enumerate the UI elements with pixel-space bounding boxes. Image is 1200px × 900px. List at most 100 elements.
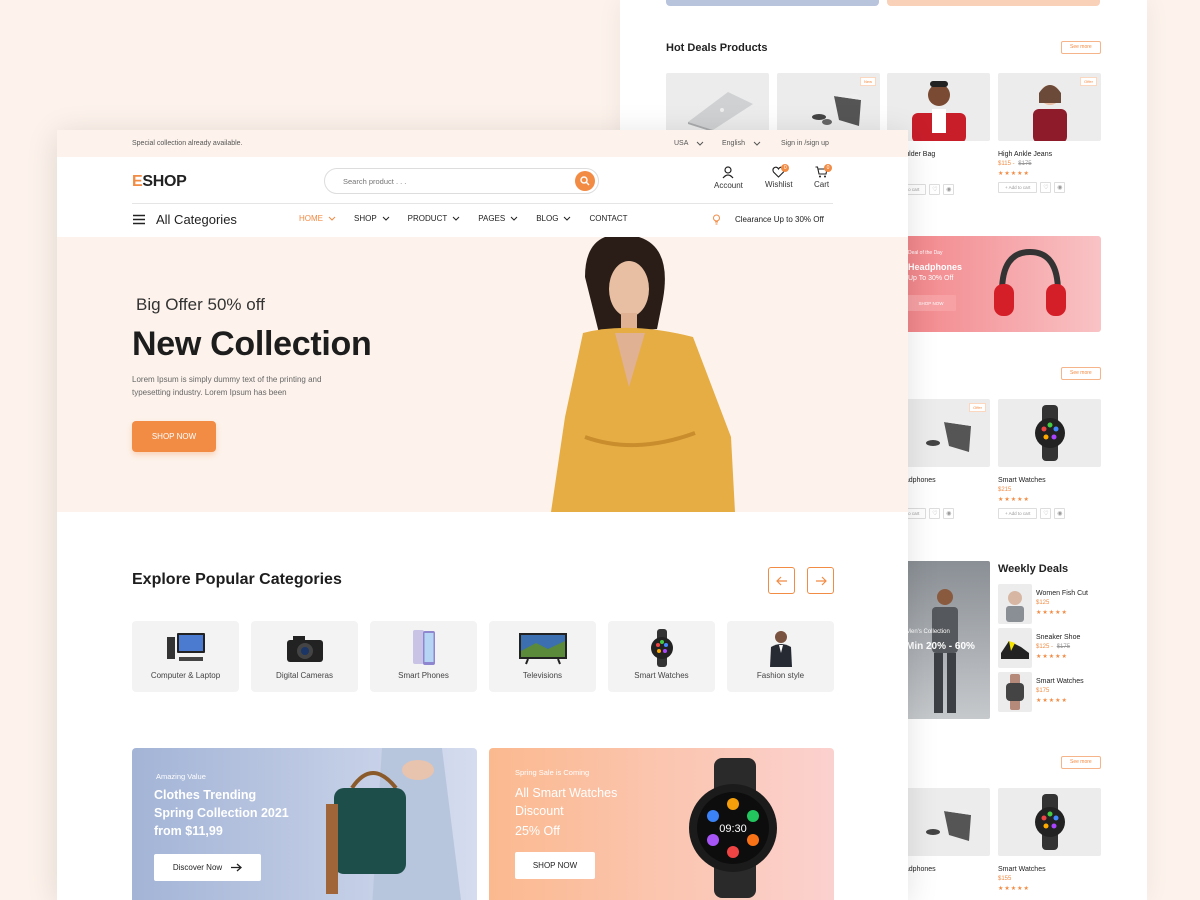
product-card[interactable]: Offer High Ankle Jeans $115 - $175 ★★★★★… <box>998 73 1101 193</box>
prev-arrow-button[interactable] <box>768 567 795 594</box>
chevron-down-icon <box>697 141 704 146</box>
weekly-deal-item[interactable]: Smart Watches $175 ★★★★★ <box>998 672 1084 712</box>
search-input[interactable] <box>325 169 555 193</box>
rating-stars: ★★★★★ <box>1036 610 1068 616</box>
nav-label: PAGES <box>478 214 506 223</box>
promo-line-1: Clothes Trending <box>154 788 257 802</box>
deal-small-text: Deal of the Day <box>908 250 943 256</box>
nav-item-blog[interactable]: BLOG <box>536 214 571 223</box>
promo-small-text: Spring Sale is Coming <box>515 768 590 777</box>
eye-icon[interactable]: ◉ <box>1054 508 1066 519</box>
product-card[interactable]: Smart Watches $155 ★★★★★ <box>998 788 1101 892</box>
eye-icon[interactable]: ◉ <box>943 508 955 519</box>
main-page: Special collection already available. US… <box>57 130 908 900</box>
nav-item-product[interactable]: PRODUCT <box>408 214 461 223</box>
language-select[interactable]: English <box>722 140 761 147</box>
category-card-cameras[interactable]: Digital Cameras <box>251 621 358 692</box>
chevron-down-icon <box>753 141 761 146</box>
category-label: Computer & Laptop <box>150 671 221 680</box>
clearance-text: Clearance Up to 30% Off <box>735 215 824 224</box>
account-label: Account <box>714 181 743 190</box>
mens-discount-text: Min 20% - 60% <box>906 641 975 652</box>
promo-line-3: 25% Off <box>515 824 560 838</box>
explore-categories-title: Explore Popular Categories <box>132 571 342 588</box>
category-label: Digital Cameras <box>276 671 333 680</box>
nav-label: HOME <box>299 214 323 223</box>
eye-icon[interactable]: ◉ <box>943 184 955 195</box>
chevron-down-icon <box>510 216 518 221</box>
mens-small-text: Men's Collection <box>906 629 950 635</box>
top-bar: Special collection already available. US… <box>57 130 908 157</box>
deal-of-the-day-banner[interactable]: Deal of the Day Headphones Up To 30% Off… <box>900 236 1101 332</box>
sign-in-link[interactable]: Sign in /sign up <box>781 140 829 147</box>
product-card[interactable]: Smart Watches $215 ★★★★★ + Add to cart ♡… <box>998 399 1101 519</box>
deal-item-name: Women Fish Cut <box>1036 590 1088 597</box>
watches-shop-now-button[interactable]: SHOP NOW <box>515 852 595 879</box>
add-to-cart-button[interactable]: + Add to cart <box>998 508 1038 519</box>
nav-item-pages[interactable]: PAGES <box>478 214 518 223</box>
weekly-deal-item[interactable]: Women Fish Cut $125 ★★★★★ <box>998 584 1088 624</box>
woman-hoodie-image: Offer <box>998 73 1101 141</box>
deal-shop-now-button[interactable]: SHOP NOW <box>906 295 956 311</box>
search-icon <box>580 176 590 186</box>
deal-item-price: $175 <box>1036 688 1050 694</box>
wishlist-button[interactable]: 0 Wishlist <box>765 164 793 189</box>
category-label: Smart Watches <box>634 671 689 680</box>
background-banner-strip <box>887 0 1100 6</box>
eye-icon[interactable]: ◉ <box>1054 182 1066 193</box>
promo-line-1: All Smart Watches <box>515 786 618 800</box>
country-select[interactable]: USA <box>674 140 704 147</box>
category-card-fashion[interactable]: Fashion style <box>727 621 834 692</box>
account-button[interactable]: Account <box>714 166 743 190</box>
promo-line-3: from $11,99 <box>154 824 223 838</box>
category-card-computer[interactable]: Computer & Laptop <box>132 621 239 692</box>
smart-watch-image <box>998 399 1101 467</box>
nav-item-shop[interactable]: SHOP <box>354 214 390 223</box>
country-label: USA <box>674 140 689 147</box>
chevron-down-icon <box>452 216 460 221</box>
cart-button[interactable]: 0 Cart <box>814 164 833 189</box>
all-categories-label: All Categories <box>156 212 237 227</box>
nav-label: CONTACT <box>589 214 628 223</box>
woman-scarf-image <box>998 584 1032 624</box>
logo[interactable]: ESHOP <box>132 173 187 191</box>
smartphone-icon <box>412 630 435 665</box>
hero-shop-now-button[interactable]: SHOP NOW <box>132 421 216 452</box>
mens-collection-banner[interactable]: Men's Collection Min 20% - 60% <box>900 561 990 719</box>
category-card-televisions[interactable]: Televisions <box>489 621 596 692</box>
weekly-deal-item[interactable]: Sneaker Shoe $125 - $175 ★★★★★ <box>998 628 1080 668</box>
promo-banner-watches[interactable]: Spring Sale is Coming All Smart Watches … <box>489 748 834 900</box>
see-more-button[interactable]: See more <box>1061 756 1101 769</box>
search-bar <box>324 168 599 194</box>
man-suit-icon <box>769 631 792 667</box>
see-more-button[interactable]: See more <box>1061 41 1101 54</box>
category-card-phones[interactable]: Smart Phones <box>370 621 477 692</box>
see-more-button[interactable]: See more <box>1061 367 1101 380</box>
discover-now-button[interactable]: Discover Now <box>154 854 261 881</box>
nav-item-home[interactable]: HOME <box>299 214 336 223</box>
rating-stars: ★★★★★ <box>1036 654 1068 660</box>
promo-line-2: Discount <box>515 804 564 818</box>
hero-model-image <box>551 237 735 512</box>
deal-item-price: $125 <box>1036 600 1050 606</box>
promo-line-2: Spring Collection 2021 <box>154 806 289 820</box>
clearance-notice[interactable]: Clearance Up to 30% Off <box>712 214 824 225</box>
heart-icon[interactable]: ♡ <box>929 184 941 195</box>
promo-banner-clothes[interactable]: Amazing Value Clothes Trending Spring Co… <box>132 748 477 900</box>
heart-icon[interactable]: ♡ <box>1040 182 1052 193</box>
heart-icon[interactable]: ♡ <box>929 508 941 519</box>
smart-watch-image <box>998 672 1032 712</box>
offer-tag: Offer <box>969 403 986 412</box>
deal-title: Headphones <box>908 262 963 272</box>
rating-stars: ★★★★★ <box>998 497 1030 503</box>
heart-icon[interactable]: ♡ <box>1040 508 1052 519</box>
background-banner-strip <box>666 0 879 6</box>
all-categories-button[interactable]: All Categories <box>132 212 237 227</box>
cart-label: Cart <box>814 180 830 189</box>
add-to-cart-button[interactable]: + Add to cart <box>998 182 1038 193</box>
nav-item-contact[interactable]: CONTACT <box>589 214 627 223</box>
next-arrow-button[interactable] <box>807 567 834 594</box>
button-label: Discover Now <box>172 863 223 872</box>
category-card-watches[interactable]: Smart Watches <box>608 621 715 692</box>
search-button[interactable] <box>575 171 595 191</box>
